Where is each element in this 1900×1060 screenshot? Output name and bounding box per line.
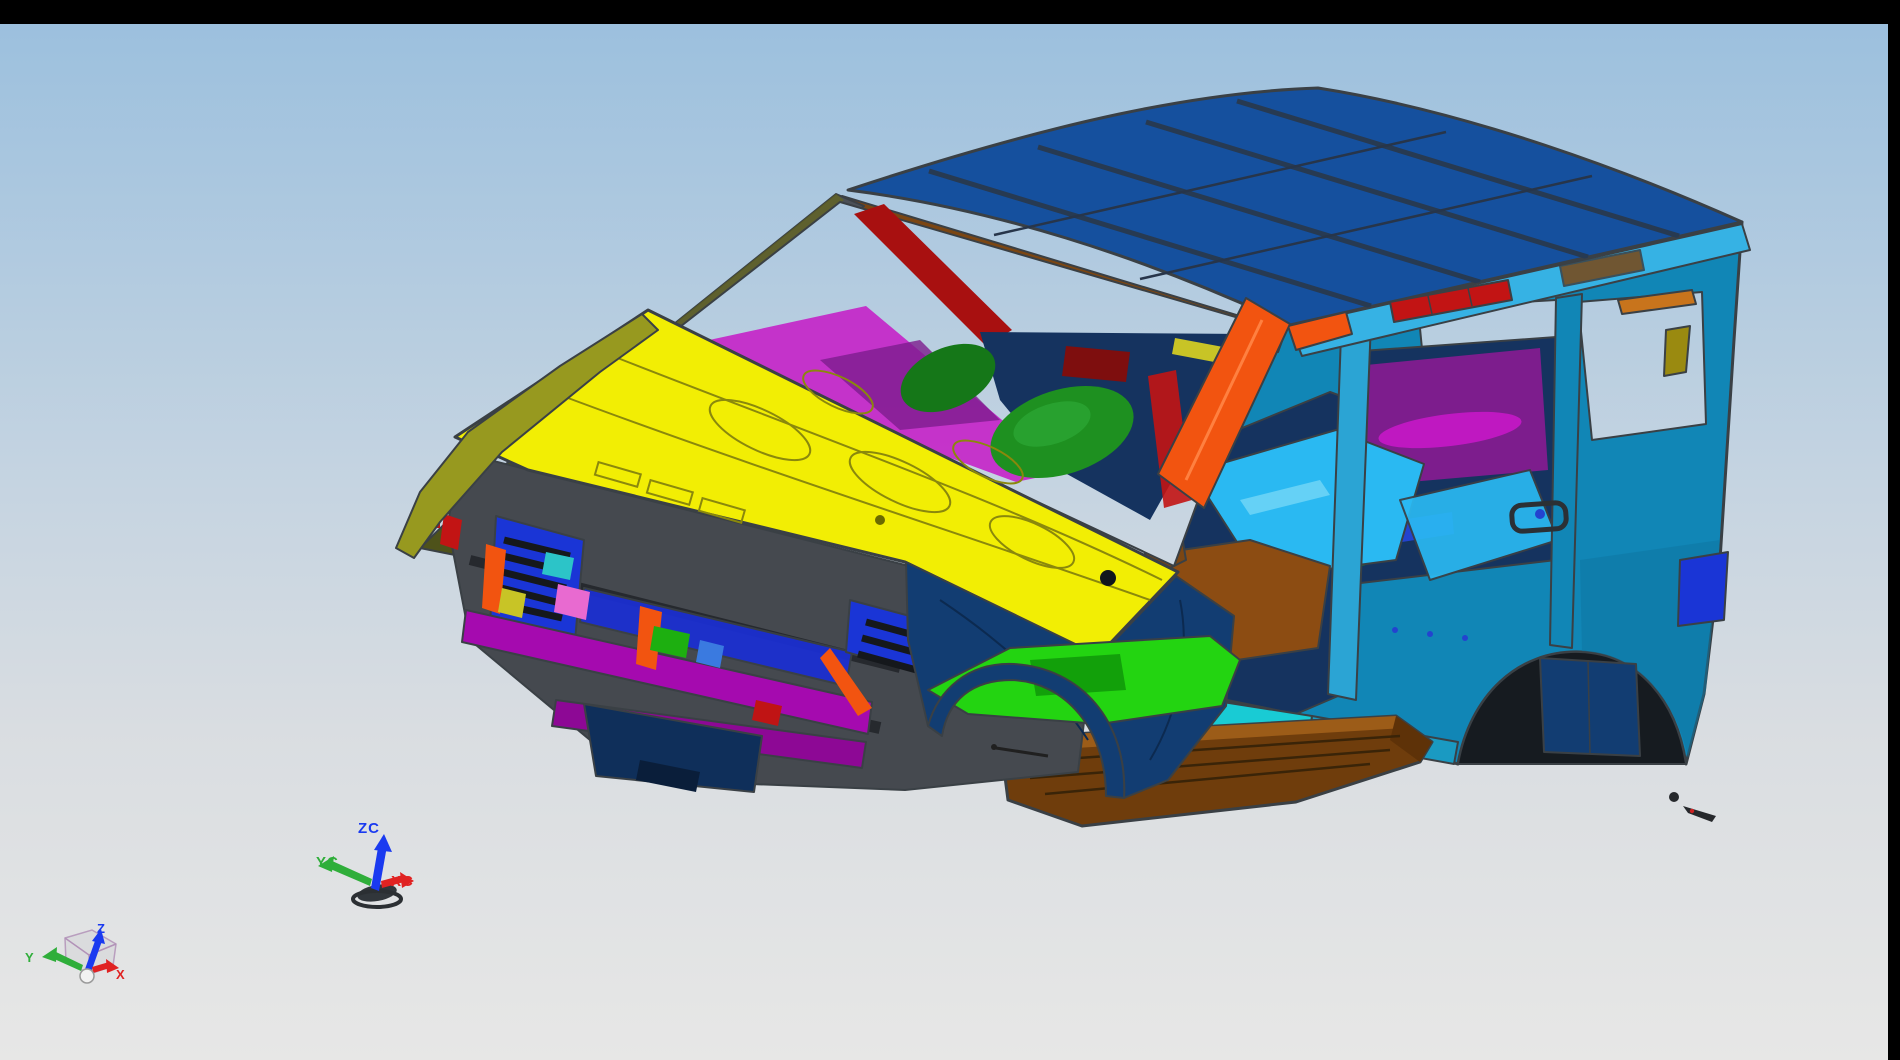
application-window: ZC YC XC Z Y X (0, 0, 1900, 1060)
rear-lamp-pocket-blue[interactable] (1678, 552, 1728, 626)
quarter-tab-olive[interactable] (1664, 326, 1690, 376)
door-fastener (1462, 635, 1468, 641)
view-x-label[interactable]: X (116, 967, 125, 982)
fender-hole (1100, 570, 1116, 586)
wcs-x-label[interactable]: XC (391, 873, 414, 890)
3d-viewport[interactable]: ZC YC XC Z Y X (0, 0, 1900, 1060)
view-origin-ball[interactable] (80, 969, 94, 983)
view-z-label[interactable]: Z (97, 921, 105, 936)
wcs-z-label[interactable]: ZC (358, 820, 380, 837)
view-y-label[interactable]: Y (25, 950, 34, 965)
door-handle-lock (1535, 509, 1545, 519)
wcs-y-label[interactable]: YC (316, 854, 339, 871)
door-fastener (1392, 627, 1398, 633)
door-fastener (1427, 631, 1433, 637)
dash-box-darkred (1062, 346, 1130, 382)
sensor-tip (991, 744, 997, 750)
hood-pin (875, 515, 885, 525)
loose-part-red-dot (1690, 809, 1694, 813)
loose-part-dot[interactable] (1669, 792, 1679, 802)
